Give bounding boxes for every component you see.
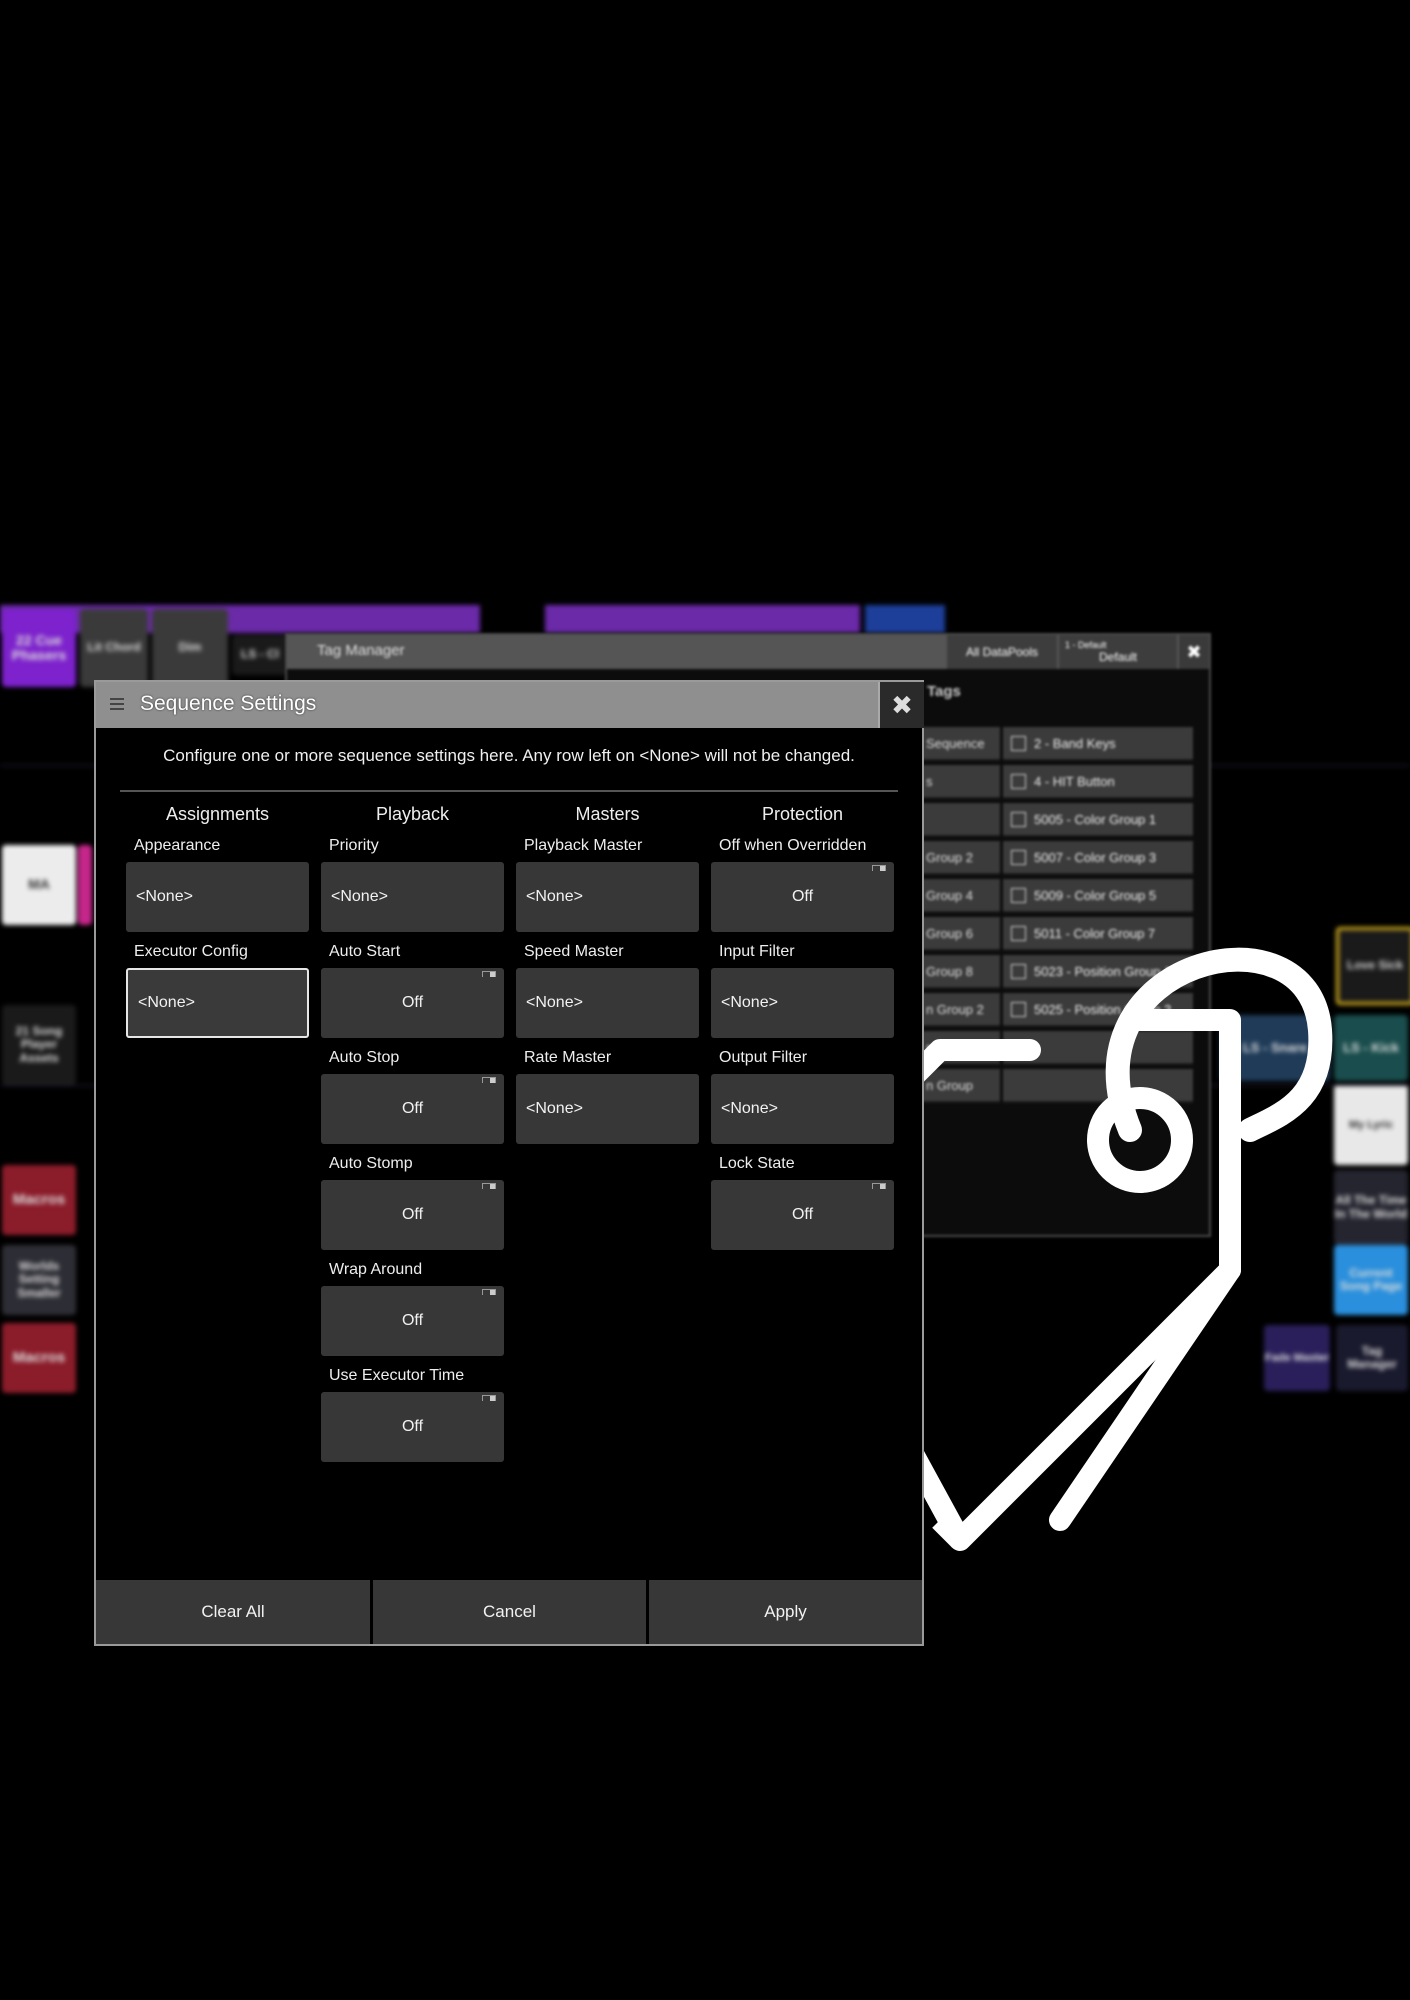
tag-checkbox-item[interactable]: 5007 - Color Group 3 — [1003, 841, 1193, 875]
playback-master-button[interactable]: <None> — [516, 862, 699, 932]
executor-strip — [865, 605, 945, 633]
column-header-assignments: Assignments — [165, 804, 270, 824]
tag-name: 2 - Band Keys — [1034, 735, 1116, 751]
toggle-indicator-icon — [872, 865, 886, 871]
tag-name: 5007 - Color Group 3 — [1034, 849, 1157, 865]
tile-ls[interactable]: LS - Cl — [232, 635, 288, 675]
datapool-selector[interactable]: All DataPools — [947, 635, 1057, 669]
checkbox-icon[interactable] — [1011, 811, 1026, 827]
checkbox-icon[interactable] — [1011, 773, 1026, 789]
tag-name: 5005 - Color Group 1 — [1034, 811, 1157, 827]
auto-start-toggle[interactable]: Off — [321, 968, 504, 1038]
executor-strip — [545, 605, 860, 633]
close-icon[interactable]: ✖ — [878, 682, 924, 728]
speed-master-button[interactable]: <None> — [516, 968, 699, 1038]
column-header-protection: Protection — [761, 804, 844, 824]
tile-dim[interactable]: Dim — [152, 609, 228, 687]
tag-row-label: Sequence — [922, 727, 1000, 761]
toggle-indicator-icon — [482, 1183, 496, 1189]
tag-icon — [900, 947, 1333, 1551]
tag-row-label: s — [922, 765, 1000, 799]
auto-stomp-toggle[interactable]: Off — [321, 1180, 504, 1250]
executor-config-label: Executor Config — [134, 943, 248, 960]
checkbox-icon[interactable] — [1011, 735, 1026, 751]
use-executor-time-label: Use Executor Time — [329, 1367, 465, 1384]
tag-name: 4 - HIT Button — [1034, 773, 1115, 789]
auto-stop-toggle[interactable]: Off — [321, 1074, 504, 1144]
wrap-around-label: Wrap Around — [329, 1261, 423, 1278]
rate-master-button[interactable]: <None> — [516, 1074, 699, 1144]
priority-label: Priority — [329, 837, 379, 854]
toggle-indicator-icon — [482, 1289, 496, 1295]
apply-button[interactable]: Apply — [649, 1580, 922, 1644]
sequence-settings-dialog: Sequence Settings ✖ Configure one or mor… — [94, 680, 924, 1646]
tile-macros-2[interactable]: Macros — [2, 1323, 76, 1393]
divider — [120, 790, 898, 792]
output-filter-button[interactable]: <None> — [711, 1074, 894, 1144]
tag-manager-close-icon[interactable]: ✖ — [1179, 635, 1209, 669]
dialog-description: Configure one or more sequence settings … — [163, 746, 855, 765]
output-filter-label: Output Filter — [719, 1049, 808, 1066]
tile-song-player[interactable]: 21 Song Player Assets — [2, 1005, 76, 1085]
dialog-title: Sequence Settings — [140, 692, 317, 715]
clear-all-button[interactable]: Clear All — [96, 1580, 370, 1644]
datapool-default-button[interactable]: 1 - Default Default — [1059, 635, 1177, 669]
priority-button[interactable]: <None> — [321, 862, 504, 932]
tag-name: 5009 - Color Group 5 — [1034, 887, 1157, 903]
input-filter-label: Input Filter — [719, 943, 795, 960]
auto-start-label: Auto Start — [329, 943, 401, 960]
toggle-indicator-icon — [872, 1183, 886, 1189]
input-filter-button[interactable]: <None> — [711, 968, 894, 1038]
tile-cue-phasers[interactable]: 22 Cue Phasers — [2, 609, 76, 687]
tag-row-label: Group 4 — [922, 879, 1000, 913]
dialog-titlebar[interactable]: Sequence Settings — [96, 682, 878, 728]
use-executor-time-toggle[interactable]: Off — [321, 1392, 504, 1462]
toggle-indicator-icon — [482, 1395, 496, 1401]
column-header-playback: Playback — [375, 804, 450, 824]
checkbox-icon[interactable] — [1011, 887, 1026, 903]
tag-checkbox-item[interactable]: 5009 - Color Group 5 — [1003, 879, 1193, 913]
executor-config-button[interactable]: <None> — [126, 968, 309, 1038]
tag-checkbox-item[interactable]: 5005 - Color Group 1 — [1003, 803, 1193, 837]
toggle-indicator-icon — [482, 971, 496, 977]
off-when-overridden-toggle[interactable]: Off — [711, 862, 894, 932]
tag-checkbox-item[interactable]: 4 - HIT Button — [1003, 765, 1193, 799]
tile-worlds-setting[interactable]: Worlds Setting Smaller — [2, 1245, 76, 1315]
menu-icon[interactable] — [110, 698, 124, 713]
off-when-overridden-label: Off when Overridden — [719, 837, 867, 854]
column-header-masters: Masters — [575, 804, 640, 824]
tile-macros-1[interactable]: Macros — [2, 1165, 76, 1235]
tag-manager-title: Tag Manager — [317, 642, 405, 659]
lock-state-toggle[interactable]: Off — [711, 1180, 894, 1250]
tag-checkbox-item[interactable]: 2 - Band Keys — [1003, 727, 1193, 761]
speed-master-label: Speed Master — [524, 943, 624, 960]
rate-master-label: Rate Master — [524, 1049, 612, 1066]
cancel-button[interactable]: Cancel — [373, 1580, 646, 1644]
tag-row-label: Group 2 — [922, 841, 1000, 875]
toggle-indicator-icon — [482, 1077, 496, 1083]
tile-lit-chord[interactable]: Lit Chord — [80, 609, 148, 687]
appearance-label: Appearance — [134, 837, 221, 854]
checkbox-icon[interactable] — [1011, 849, 1026, 865]
appearance-button[interactable]: <None> — [126, 862, 309, 932]
tile-pink[interactable] — [78, 845, 92, 925]
auto-stomp-label: Auto Stomp — [329, 1155, 413, 1172]
tag-row-label — [922, 803, 1000, 837]
lock-state-label: Lock State — [719, 1155, 795, 1172]
playback-master-label: Playback Master — [524, 837, 643, 854]
tags-header: Tags — [927, 683, 961, 700]
wrap-around-toggle[interactable]: Off — [321, 1286, 504, 1356]
auto-stop-label: Auto Stop — [329, 1049, 400, 1066]
tile-white[interactable]: MA — [2, 845, 76, 925]
